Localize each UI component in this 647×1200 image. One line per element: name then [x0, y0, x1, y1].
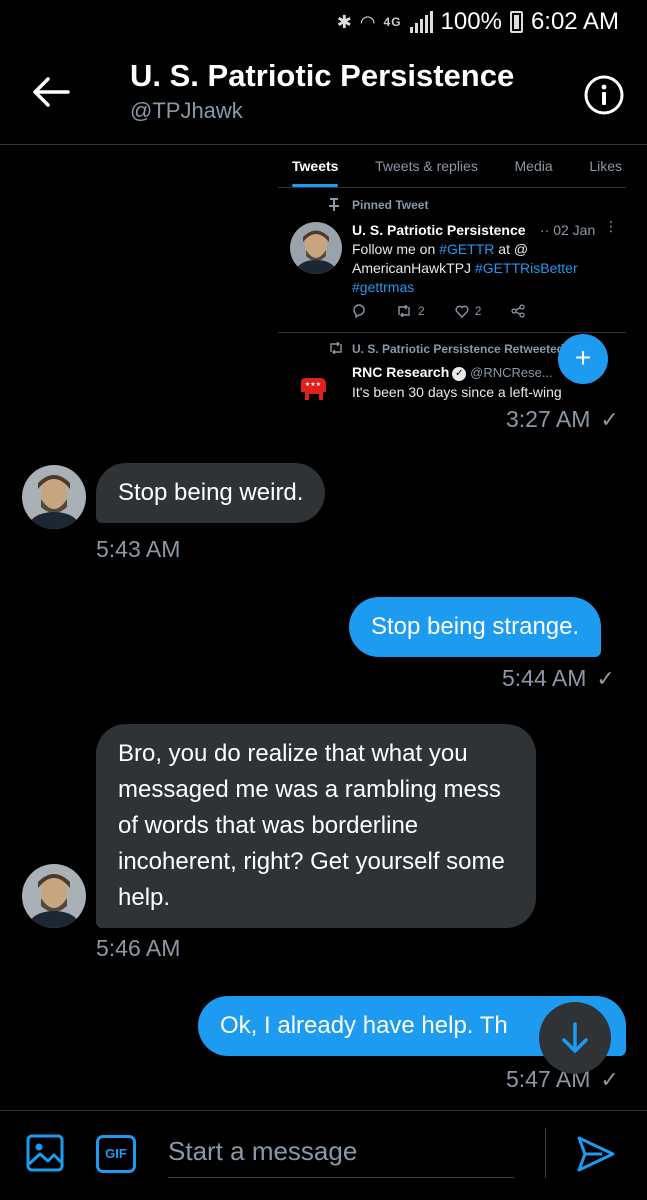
more-icon: ⋮: [604, 218, 618, 234]
signal-icon: [409, 11, 433, 33]
arrow-down-icon: [562, 1022, 588, 1053]
sent-check-icon: ✓: [600, 407, 619, 432]
conversation-header: U. S. Patriotic Persistence @TPJhawk: [0, 44, 647, 144]
composer-divider: [0, 1110, 647, 1111]
shared-profile-screenshot[interactable]: Tweets Tweets & replies Media Likes Pinn…: [278, 146, 626, 436]
message-timestamp: 5:44 AM ✓: [502, 665, 615, 691]
retweeted-icon: [330, 342, 342, 354]
message-timestamp: 5:43 AM: [96, 536, 181, 562]
tab-tweets-replies: Tweets & replies: [375, 158, 478, 174]
pinned-label: Pinned Tweet: [352, 198, 429, 212]
battery-percent: 100%: [440, 8, 502, 35]
info-icon[interactable]: [583, 74, 625, 116]
tweet-actions: 2 2: [352, 304, 582, 318]
status-bar: ✱ ◠ 4G 100% 6:02 AM: [0, 0, 647, 44]
retweet-count: 2: [396, 304, 425, 318]
scroll-to-bottom-button[interactable]: [539, 1002, 611, 1074]
pinned-tweet-date: ·· 02 Jan: [540, 222, 596, 238]
compose-plus-icon: +: [558, 334, 608, 384]
tab-media: Media: [514, 158, 553, 174]
pinned-tweet-text: Follow me on #GETTR at @ AmericanHawkTPJ …: [352, 241, 578, 295]
message-timestamp: 3:27 AM ✓: [506, 406, 619, 432]
like-count: 2: [455, 304, 481, 318]
retweet-author: RNC Research ✓ @RNCRese...: [352, 364, 553, 381]
network-type: 4G: [383, 15, 402, 29]
conversation-handle: @TPJhawk: [130, 98, 243, 123]
image-icon[interactable]: [26, 1134, 64, 1172]
pin-icon: [329, 198, 339, 211]
retweet-icon: [398, 305, 410, 317]
outgoing-message[interactable]: Stop being strange.: [349, 597, 602, 657]
sender-avatar[interactable]: [22, 465, 86, 529]
heart-icon: [455, 305, 469, 318]
bluetooth-icon: ✱: [336, 11, 352, 32]
battery-icon: [509, 11, 523, 33]
retweeted-label: U. S. Patriotic Persistence Retweeted: [352, 342, 565, 356]
wifi-icon: ◠: [359, 11, 376, 32]
verified-icon: ✓: [452, 367, 467, 381]
reply-icon: [352, 304, 366, 318]
pinned-tweet-author: U. S. Patriotic Persistence: [352, 222, 526, 238]
sent-check-icon: ✓: [596, 666, 615, 691]
header-divider: [0, 144, 647, 145]
sender-avatar[interactable]: [22, 864, 86, 928]
message-timestamp: 5:46 AM: [96, 935, 181, 961]
tab-likes: Likes: [589, 158, 622, 174]
clock: 6:02 AM: [530, 8, 619, 35]
rnc-elephant-icon: ★★★: [301, 378, 326, 400]
incoming-message[interactable]: Bro, you do realize that what you messag…: [96, 724, 536, 928]
composer-separator: [545, 1128, 546, 1178]
conversation-title[interactable]: U. S. Patriotic Persistence: [130, 58, 514, 94]
profile-avatar: [290, 222, 342, 274]
share-icon: [511, 304, 526, 318]
incoming-message[interactable]: Stop being weird.: [96, 463, 326, 523]
svg-text:★★★: ★★★: [305, 381, 321, 388]
back-arrow-icon[interactable]: [30, 76, 70, 108]
gif-button[interactable]: GIF: [96, 1135, 136, 1173]
tab-tweets: Tweets: [292, 146, 339, 187]
message-input[interactable]: [168, 1126, 514, 1178]
tweet-divider: [278, 332, 626, 333]
send-icon[interactable]: [576, 1134, 616, 1174]
profile-tabs: Tweets Tweets & replies Media Likes: [278, 146, 626, 188]
retweet-text: It's been 30 days since a left-wing: [352, 384, 562, 400]
